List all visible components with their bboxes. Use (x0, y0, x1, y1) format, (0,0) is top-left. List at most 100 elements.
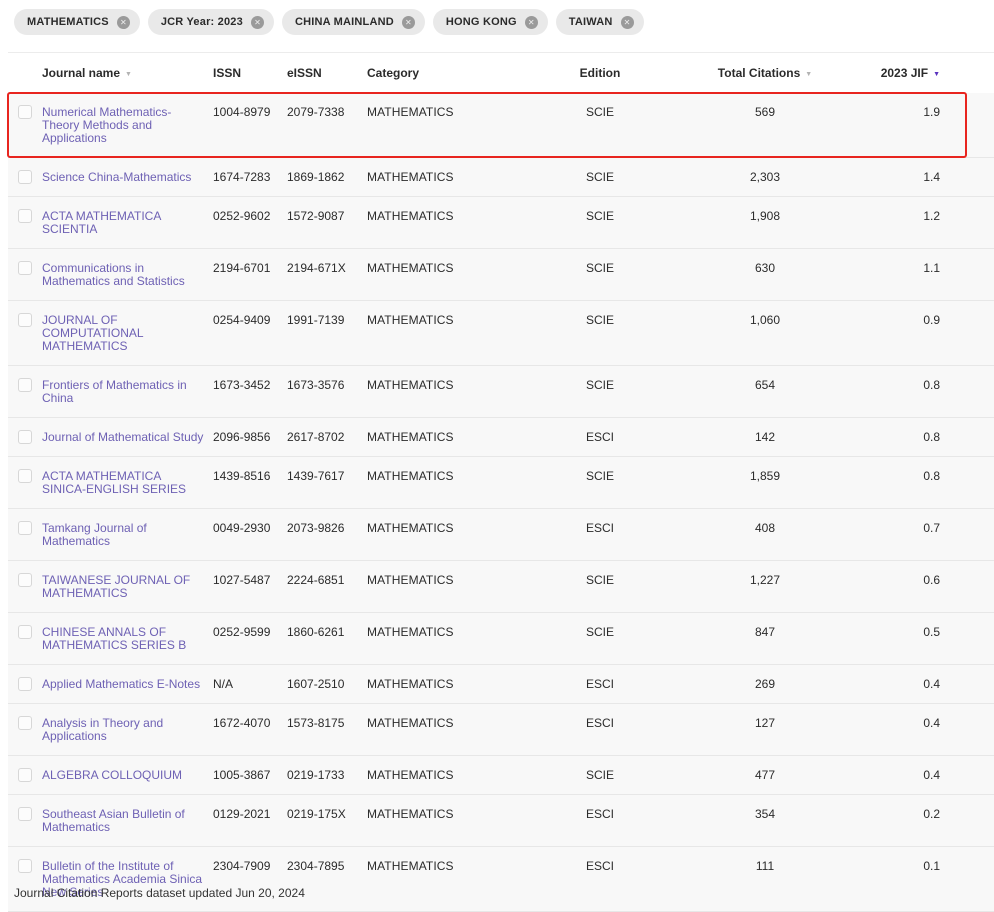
filter-chip-taiwan[interactable]: TAIWAN ✕ (556, 9, 644, 35)
row-checkbox-cell (8, 716, 42, 730)
filter-chip-mathematics[interactable]: MATHEMATICS ✕ (14, 9, 140, 35)
sort-desc-icon[interactable]: ▼ (125, 71, 132, 78)
filter-chip-label: JCR Year: 2023 (161, 16, 243, 28)
journal-link[interactable]: JOURNAL OF COMPUTATIONAL MATHEMATICS (42, 313, 143, 353)
row-checkbox[interactable] (18, 859, 32, 873)
row-checkbox-cell (8, 768, 42, 782)
edition-cell: ESCI (520, 430, 680, 444)
filter-chip-label: HONG KONG (446, 16, 517, 28)
row-checkbox-cell (8, 209, 42, 223)
sort-desc-icon-active[interactable]: ▼ (933, 71, 940, 78)
edition-cell: ESCI (520, 521, 680, 535)
journal-link[interactable]: Analysis in Theory and Applications (42, 716, 163, 743)
journal-name-cell: CHINESE ANNALS OF MATHEMATICS SERIES B (42, 625, 213, 652)
filter-chip-hong-kong[interactable]: HONG KONG ✕ (433, 9, 548, 35)
journal-name-cell: ALGEBRA COLLOQUIUM (42, 768, 213, 782)
issn-cell: 1673-3452 (213, 378, 287, 392)
row-checkbox-cell (8, 261, 42, 275)
issn-cell: 0129-2021 (213, 807, 287, 821)
category-cell: MATHEMATICS (367, 469, 520, 483)
journal-link[interactable]: ALGEBRA COLLOQUIUM (42, 768, 182, 782)
journal-name-cell: ACTA MATHEMATICA SCIENTIA (42, 209, 213, 236)
category-cell: MATHEMATICS (367, 625, 520, 639)
filter-chip-china-mainland[interactable]: CHINA MAINLAND ✕ (282, 9, 425, 35)
total-citations-cell: 569 (680, 105, 850, 119)
row-checkbox[interactable] (18, 313, 32, 327)
row-checkbox[interactable] (18, 573, 32, 587)
row-checkbox[interactable] (18, 625, 32, 639)
row-checkbox[interactable] (18, 170, 32, 184)
row-checkbox[interactable] (18, 105, 32, 119)
table-row: ACTA MATHEMATICA SCIENTIA 0252-9602 1572… (8, 197, 994, 249)
eissn-cell: 0219-1733 (287, 768, 367, 782)
journal-link[interactable]: Science China-Mathematics (42, 170, 191, 184)
journal-name-cell: Analysis in Theory and Applications (42, 716, 213, 743)
edition-cell: SCIE (520, 313, 680, 327)
jif-cell: 1.4 (850, 170, 994, 184)
sort-desc-icon[interactable]: ▼ (805, 71, 812, 78)
table-row: Numerical Mathematics-Theory Methods and… (8, 93, 994, 158)
journal-link[interactable]: Southeast Asian Bulletin of Mathematics (42, 807, 185, 834)
column-header-category: Category (367, 66, 520, 80)
row-checkbox[interactable] (18, 430, 32, 444)
journal-link[interactable]: TAIWANESE JOURNAL OF MATHEMATICS (42, 573, 190, 600)
close-icon[interactable]: ✕ (525, 16, 538, 29)
row-checkbox[interactable] (18, 716, 32, 730)
row-checkbox[interactable] (18, 521, 32, 535)
close-icon[interactable]: ✕ (621, 16, 634, 29)
column-header-issn: ISSN (213, 66, 287, 80)
filter-chip-jcr-year[interactable]: JCR Year: 2023 ✕ (148, 9, 274, 35)
eissn-cell: 2224-6851 (287, 573, 367, 587)
total-citations-cell: 111 (680, 859, 850, 873)
close-icon[interactable]: ✕ (251, 16, 264, 29)
edition-cell: SCIE (520, 469, 680, 483)
category-cell: MATHEMATICS (367, 768, 520, 782)
journal-link[interactable]: CHINESE ANNALS OF MATHEMATICS SERIES B (42, 625, 186, 652)
column-header-journal-name[interactable]: Journal name ▼ (42, 66, 213, 80)
filter-chip-bar: MATHEMATICS ✕ JCR Year: 2023 ✕ CHINA MAI… (0, 0, 994, 44)
total-citations-cell: 269 (680, 677, 850, 691)
close-icon[interactable]: ✕ (117, 16, 130, 29)
total-citations-cell: 1,859 (680, 469, 850, 483)
journal-link[interactable]: Applied Mathematics E-Notes (42, 677, 200, 691)
journal-link[interactable]: Tamkang Journal of Mathematics (42, 521, 147, 548)
table-body: Numerical Mathematics-Theory Methods and… (8, 93, 994, 912)
table-row: Science China-Mathematics 1674-7283 1869… (8, 158, 994, 197)
category-cell: MATHEMATICS (367, 430, 520, 444)
column-header-eissn: eISSN (287, 66, 367, 80)
category-cell: MATHEMATICS (367, 313, 520, 327)
row-checkbox[interactable] (18, 768, 32, 782)
edition-cell: SCIE (520, 573, 680, 587)
row-checkbox-cell (8, 859, 42, 873)
journal-link[interactable]: ACTA MATHEMATICA SCIENTIA (42, 209, 161, 236)
row-checkbox[interactable] (18, 807, 32, 821)
row-checkbox-cell (8, 313, 42, 327)
row-checkbox[interactable] (18, 677, 32, 691)
journal-link[interactable]: Frontiers of Mathematics in China (42, 378, 187, 405)
journal-link[interactable]: Journal of Mathematical Study (42, 430, 203, 444)
table-row: Applied Mathematics E-Notes N/A 1607-251… (8, 665, 994, 704)
journal-link[interactable]: ACTA MATHEMATICA SINICA-ENGLISH SERIES (42, 469, 186, 496)
row-checkbox[interactable] (18, 378, 32, 392)
table-row: Journal of Mathematical Study 2096-9856 … (8, 418, 994, 457)
close-icon[interactable]: ✕ (402, 16, 415, 29)
filter-chip-label: CHINA MAINLAND (295, 16, 394, 28)
journals-table: Journal name ▼ ISSN eISSN Category Editi… (8, 52, 994, 912)
journal-name-cell: Journal of Mathematical Study (42, 430, 213, 444)
eissn-cell: 2194-671X (287, 261, 367, 275)
journal-name-cell: Southeast Asian Bulletin of Mathematics (42, 807, 213, 834)
issn-cell: 1005-3867 (213, 768, 287, 782)
journal-link[interactable]: Numerical Mathematics-Theory Methods and… (42, 105, 171, 145)
row-checkbox-cell (8, 170, 42, 184)
journal-link[interactable]: Communications in Mathematics and Statis… (42, 261, 185, 288)
eissn-cell: 1869-1862 (287, 170, 367, 184)
issn-cell: 0252-9602 (213, 209, 287, 223)
column-header-total-citations[interactable]: Total Citations ▼ (680, 66, 850, 80)
category-cell: MATHEMATICS (367, 677, 520, 691)
row-checkbox[interactable] (18, 209, 32, 223)
row-checkbox[interactable] (18, 261, 32, 275)
journal-name-cell: TAIWANESE JOURNAL OF MATHEMATICS (42, 573, 213, 600)
row-checkbox[interactable] (18, 469, 32, 483)
jif-cell: 0.4 (850, 677, 994, 691)
column-header-2023-jif[interactable]: 2023 JIF ▼ (850, 66, 994, 80)
